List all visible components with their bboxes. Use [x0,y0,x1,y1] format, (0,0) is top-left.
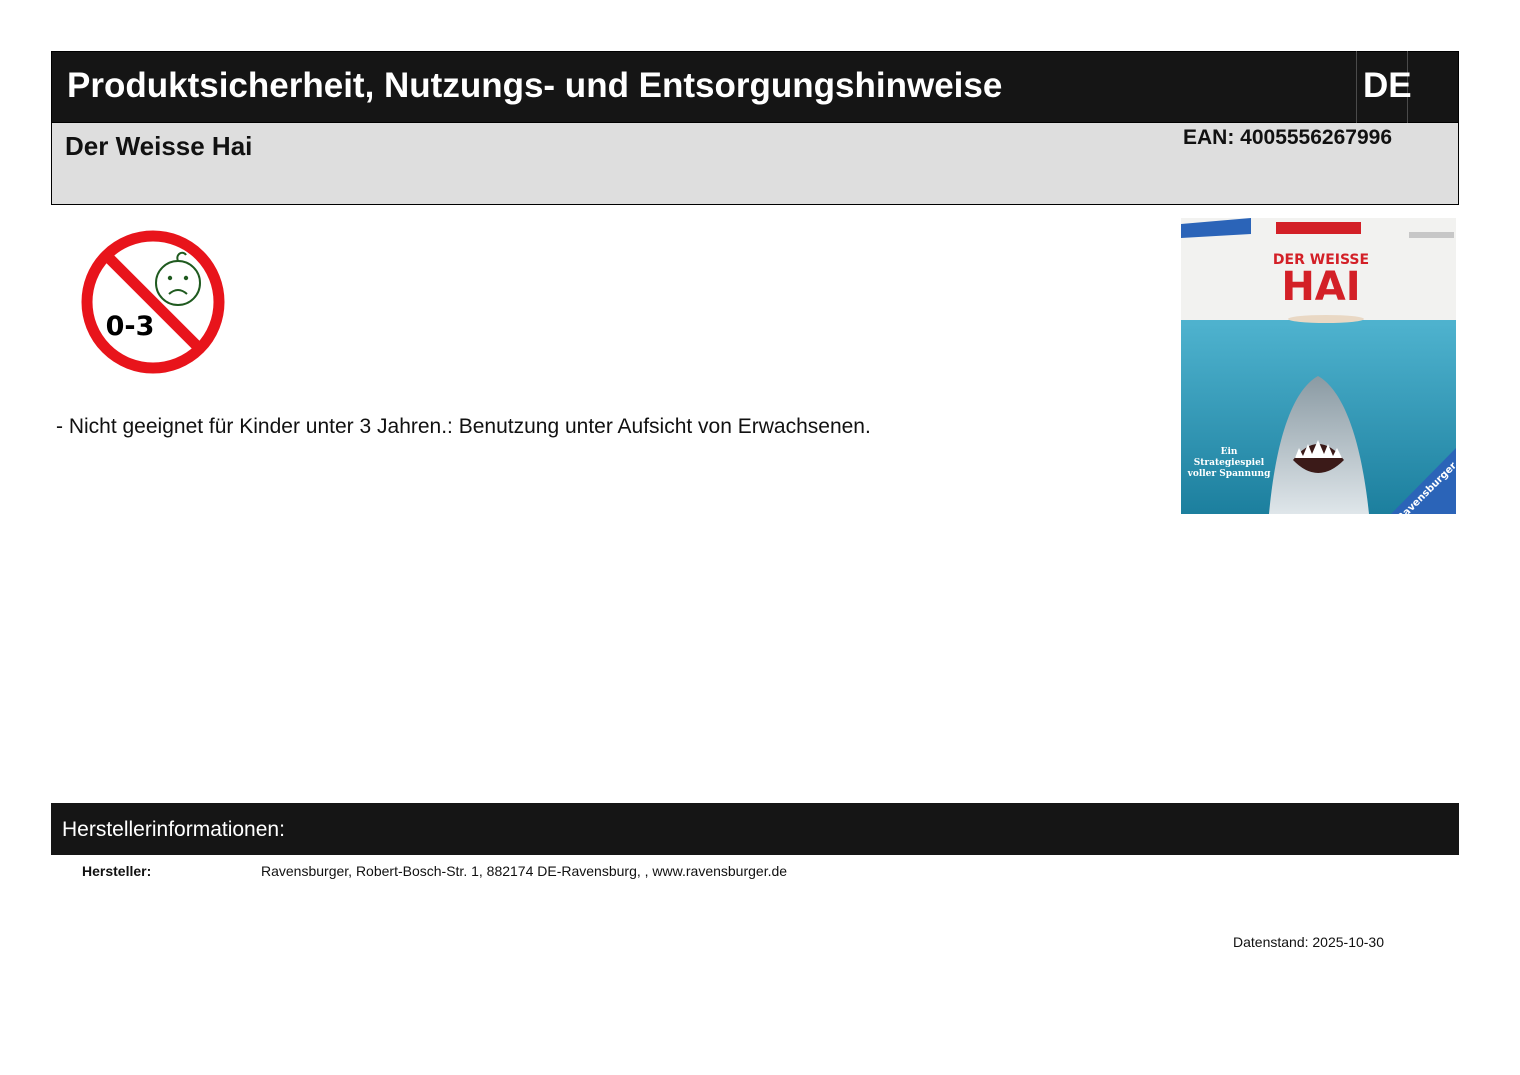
box-tagline-3: voller Spannung [1187,469,1271,479]
manufacturer-heading: Herstellerinformationen: [62,818,285,841]
manufacturer-address: Ravensburger, Robert-Bosch-Str. 1, 88217… [261,863,788,879]
box-title-line2: HAI [1281,264,1360,310]
data-date: Datenstand: 2025-10-30 [1233,934,1384,950]
product-name: Der Weisse Hai [65,131,253,161]
age-warning-text: - Nicht geeignet für Kinder unter 3 Jahr… [56,415,871,438]
age-range-label: 0-3 [106,311,155,342]
manufacturer-label: Hersteller: [82,863,152,879]
document-title: Produktsicherheit, Nutzungs- und Entsorg… [67,66,1003,105]
document-header: Produktsicherheit, Nutzungs- und Entsorg… [51,51,1459,123]
box-tagline-2: Strategiespiel [1194,458,1265,468]
language-box: DE [1356,51,1412,123]
product-bar: Der Weisse Hai EAN: 4005556267996 [51,123,1459,205]
ean-code: EAN: 4005556267996 [1183,126,1392,149]
manufacturer-header: Herstellerinformationen: [51,803,1459,855]
no-children-0-3-icon: 0-3 [79,228,227,376]
product-box-image: DER WEISSE HAI Ein Strategiespiel voller… [1181,218,1459,524]
language-code: DE [1363,66,1412,105]
box-tagline-1: Ein [1221,447,1238,457]
